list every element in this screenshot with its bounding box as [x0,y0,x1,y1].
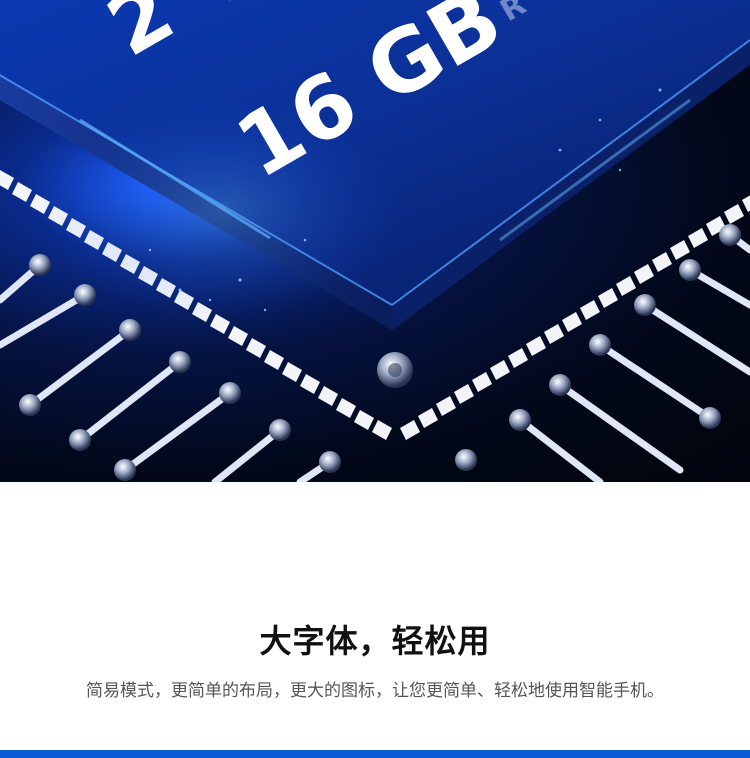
feature-section: 大字体，轻松用 简易模式，更简单的布局，更大的图标，让您更简单、轻松地使用智能手… [0,482,750,750]
feature-description: 简易模式，更简单的布局，更大的图标，让您更简单、轻松地使用智能手机。 [86,681,664,701]
processor-chip-illustration: 2 + 16 GB R [0,0,750,482]
feature-title: 大字体，轻松用 [259,622,491,660]
chip-hero-image: 2 + 16 GB R [0,0,750,482]
bottom-accent-bar [0,750,750,758]
